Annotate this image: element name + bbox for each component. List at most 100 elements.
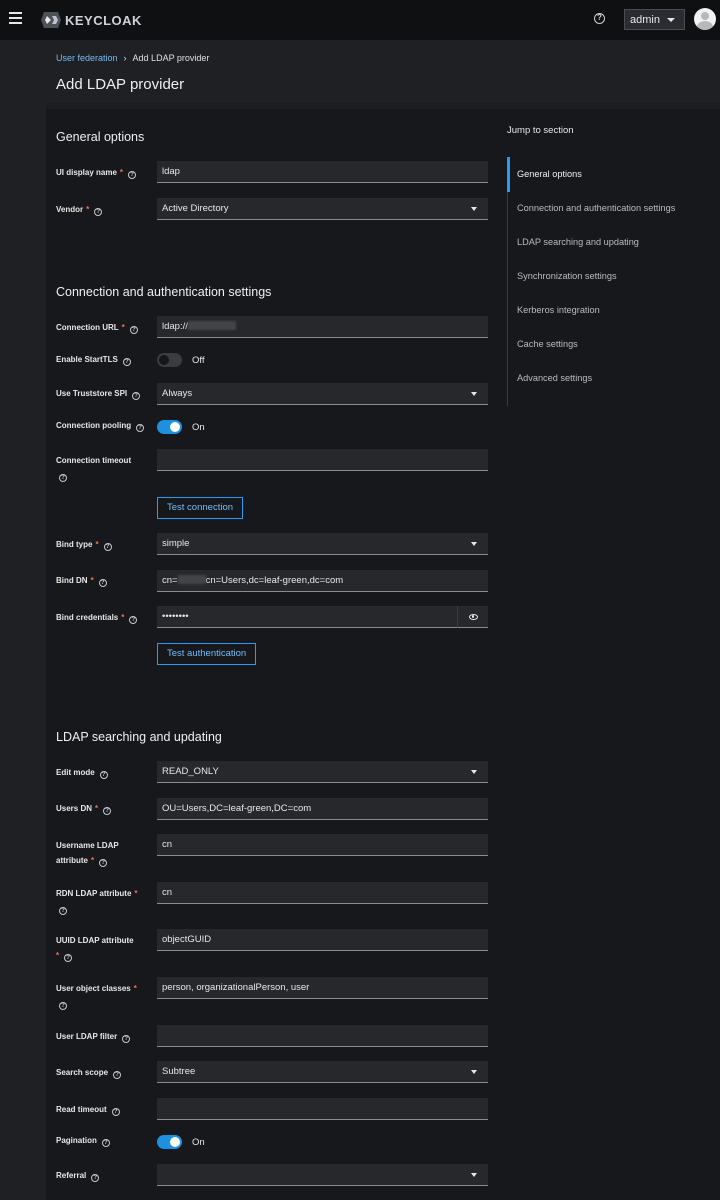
users-dn-input[interactable]: OU=Users,DC=leaf-green,DC=com <box>157 798 488 820</box>
breadcrumb-user-federation[interactable]: User federation <box>56 53 118 63</box>
sidebar-collapsed <box>0 40 46 1200</box>
jump-item-connection-settings[interactable]: Connection and authentication settings <box>517 203 675 213</box>
help-icon[interactable]: ? <box>64 954 73 962</box>
help-icon[interactable]: ? <box>59 907 67 915</box>
help-icon[interactable]: ? <box>59 1002 67 1010</box>
help-icon[interactable]: ? <box>99 771 108 779</box>
vendor-value: Active Directory <box>162 203 229 214</box>
page-header <box>46 40 720 103</box>
user-menu-dropdown[interactable]: admin <box>624 9 685 30</box>
help-icon[interactable]: ? <box>101 1139 110 1147</box>
user-filter-label: User LDAP filter? <box>56 1029 151 1044</box>
object-classes-input[interactable]: person, organizationalPerson, user <box>157 977 488 999</box>
caret-down-icon <box>471 542 477 546</box>
starttls-toggle[interactable] <box>157 353 182 367</box>
jump-to-section-nav: General options Connection and authentic… <box>507 157 707 406</box>
page-title: Add LDAP provider <box>56 76 185 93</box>
section-title-general: General options <box>56 130 145 144</box>
help-icon[interactable]: ? <box>129 616 138 624</box>
jump-item-cache[interactable]: Cache settings <box>517 339 578 349</box>
masthead: KEYCLOAK ? admin <box>0 0 720 40</box>
caret-down-icon <box>471 770 477 774</box>
read-timeout-input[interactable] <box>157 1098 488 1120</box>
eye-icon <box>468 613 478 620</box>
help-icon[interactable]: ? <box>122 1035 131 1043</box>
help-icon[interactable]: ? <box>129 326 138 334</box>
help-icon[interactable]: ? <box>94 208 103 216</box>
pooling-label: Connection pooling? <box>56 418 151 433</box>
redacted-user <box>177 575 206 584</box>
ui-display-name-input[interactable]: ldap <box>157 161 488 183</box>
show-password-button[interactable] <box>457 606 488 628</box>
connection-url-value: ldap:// <box>162 321 188 332</box>
edit-mode-label: Edit mode? <box>56 765 151 780</box>
jump-item-kerberos[interactable]: Kerberos integration <box>517 305 600 315</box>
jump-item-general-options[interactable]: General options <box>517 169 582 179</box>
chevron-right-icon: › <box>123 53 127 63</box>
help-icon[interactable]: ? <box>103 807 112 815</box>
help-icon[interactable]: ? <box>594 13 605 24</box>
rdn-attr-input[interactable]: cn <box>157 882 488 904</box>
search-scope-label: Search scope? <box>56 1065 151 1080</box>
jump-item-ldap-searching[interactable]: LDAP searching and updating <box>517 237 639 247</box>
caret-down-icon <box>471 207 477 211</box>
truststore-select[interactable]: Always <box>157 383 488 405</box>
jump-item-synchronization[interactable]: Synchronization settings <box>517 271 617 281</box>
vendor-select[interactable]: Active Directory <box>157 198 488 220</box>
timeout-label: Connection timeout? <box>56 456 132 482</box>
pagination-toggle[interactable] <box>157 1135 182 1149</box>
breadcrumb-current: Add LDAP provider <box>132 53 210 63</box>
test-connection-button[interactable]: Test connection <box>157 497 244 519</box>
bind-credentials-label: Bind credentials *? <box>56 610 151 625</box>
search-scope-value: Subtree <box>162 1066 196 1077</box>
referral-select[interactable] <box>157 1164 488 1186</box>
bind-dn-prefix: cn= <box>162 575 178 586</box>
redacted-host <box>187 321 236 330</box>
help-icon[interactable]: ? <box>59 474 67 482</box>
help-icon[interactable]: ? <box>122 358 131 366</box>
help-icon[interactable]: ? <box>99 859 108 867</box>
starttls-label: Enable StartTLS? <box>56 352 151 367</box>
bind-credentials-input[interactable]: •••••••• <box>157 606 457 628</box>
ui-display-name-label: UI display name *? <box>56 165 151 180</box>
bind-dn-suffix: cn=Users,dc=leaf-green,dc=com <box>205 575 344 586</box>
help-icon[interactable]: ? <box>136 424 145 432</box>
username-attr-input[interactable]: cn <box>157 834 488 856</box>
pooling-state: On <box>192 422 205 433</box>
referral-label: Referral? <box>56 1168 151 1183</box>
help-icon[interactable]: ? <box>111 1108 120 1116</box>
bind-type-label: Bind type *? <box>56 537 151 552</box>
pagination-state: On <box>192 1137 205 1148</box>
jump-active-indicator <box>507 157 510 192</box>
truststore-value: Always <box>162 388 193 399</box>
logo-text: KEYCLOAK <box>65 12 142 28</box>
edit-mode-select[interactable]: READ_ONLY <box>157 761 488 783</box>
bind-dn-input[interactable]: cn= cn=Users,dc=leaf-green,dc=com <box>157 570 488 592</box>
pagination-label: Pagination? <box>56 1133 151 1148</box>
read-timeout-label: Read timeout? <box>56 1102 151 1117</box>
help-icon[interactable]: ? <box>98 579 107 587</box>
user-menu-label: admin <box>630 13 660 26</box>
pooling-toggle[interactable] <box>157 420 182 434</box>
test-authentication-button[interactable]: Test authentication <box>157 643 257 665</box>
bind-type-value: simple <box>162 538 190 549</box>
search-scope-select[interactable]: Subtree <box>157 1061 488 1083</box>
connection-url-input[interactable]: ldap:// <box>157 316 488 338</box>
edit-mode-value: READ_ONLY <box>162 766 219 777</box>
help-icon[interactable]: ? <box>91 1174 100 1182</box>
connection-url-label: Connection URL *? <box>56 320 151 335</box>
jump-item-advanced[interactable]: Advanced settings <box>517 373 592 383</box>
vendor-label: Vendor *? <box>56 202 151 217</box>
bind-type-select[interactable]: simple <box>157 533 488 555</box>
keycloak-logo[interactable]: KEYCLOAK <box>40 11 142 29</box>
help-icon[interactable]: ? <box>113 1071 122 1079</box>
timeout-input[interactable] <box>157 449 488 471</box>
uuid-attr-input[interactable]: objectGUID <box>157 929 488 951</box>
help-icon[interactable]: ? <box>132 392 141 400</box>
user-filter-input[interactable] <box>157 1025 488 1047</box>
avatar[interactable] <box>694 8 716 30</box>
breadcrumb: User federation › Add LDAP provider <box>56 53 209 63</box>
hamburger-menu-icon[interactable] <box>9 12 22 24</box>
help-icon[interactable]: ? <box>103 543 112 551</box>
help-icon[interactable]: ? <box>128 171 137 179</box>
